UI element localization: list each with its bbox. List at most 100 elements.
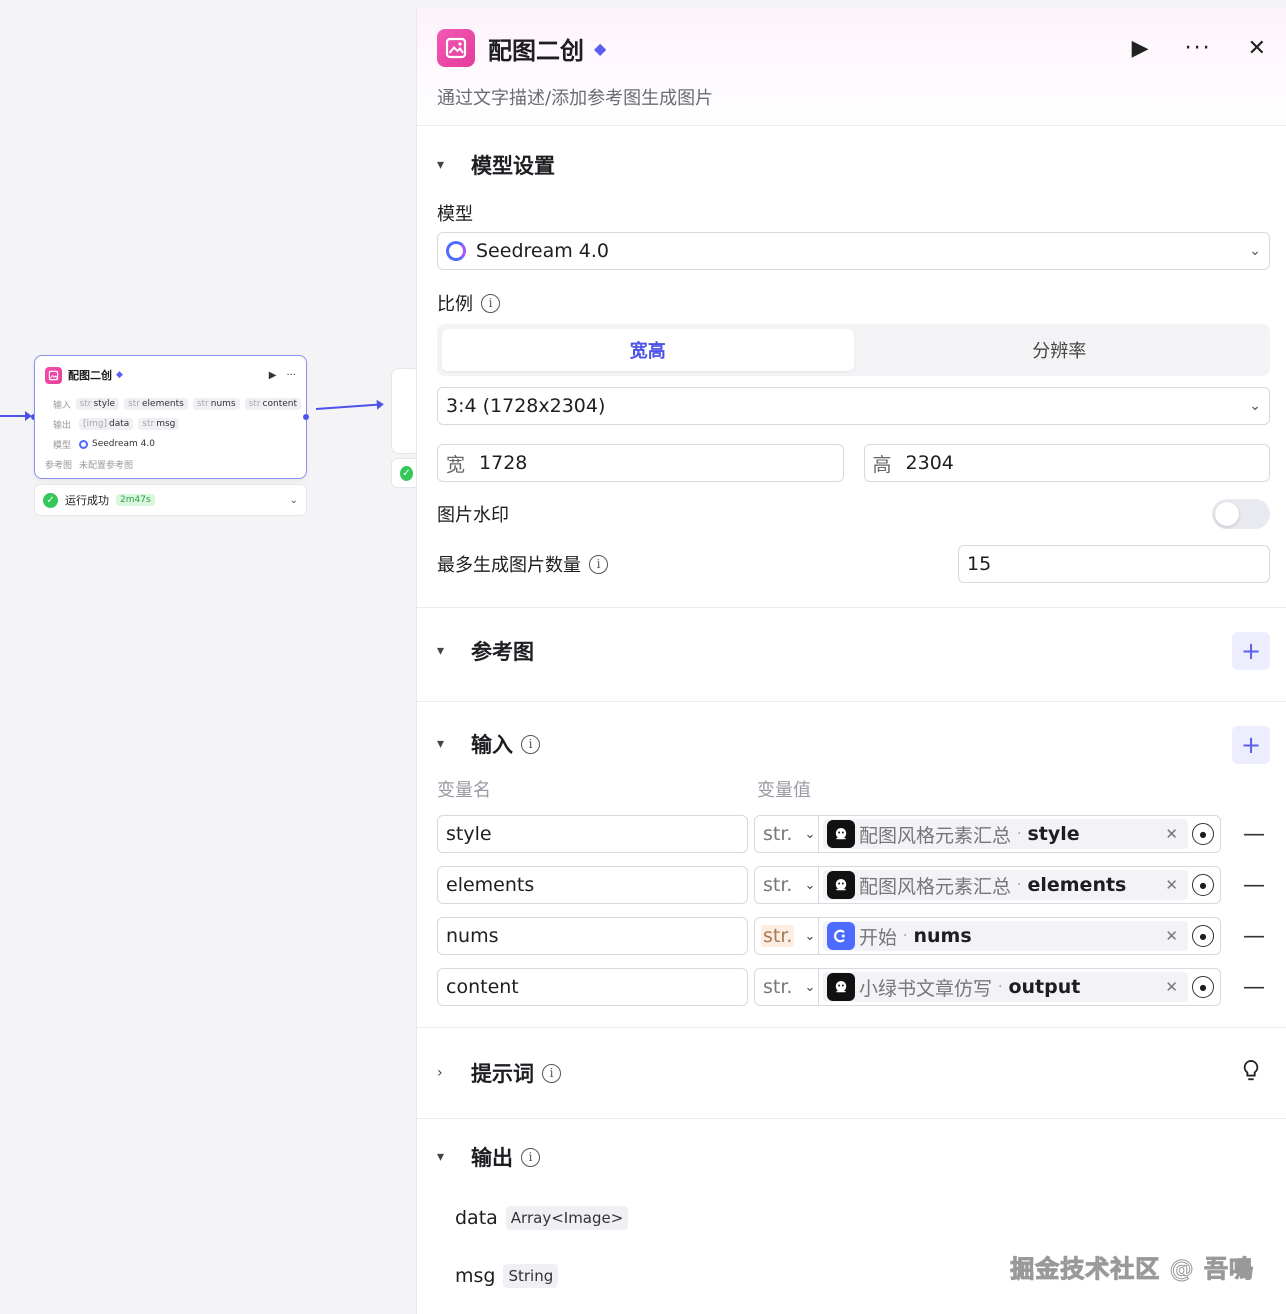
input-row: nums str. ⌄ 开始 · nums ✕ ● — (437, 917, 1270, 955)
info-icon[interactable]: i (521, 734, 540, 754)
ref-variable: elements (1027, 874, 1127, 896)
incoming-edge (0, 411, 32, 421)
chevron-down-icon[interactable]: ▾ (437, 1149, 457, 1165)
remove-row-icon[interactable]: — (1243, 873, 1265, 898)
outputs-header[interactable]: ▾ 输出 i (437, 1119, 1270, 1195)
inputs-column-headers: 变量名 变量值 (437, 776, 1270, 802)
workflow-canvas[interactable]: 配图二创 ◆ ▶ ··· 输入 str style str elements str… (0, 0, 421, 1314)
variable-name-input[interactable]: elements (437, 866, 748, 904)
variable-name-input[interactable]: content (437, 968, 748, 1006)
model-settings-header[interactable]: ▾ 模型设置 (437, 126, 1270, 204)
node-output-chip: [img] data (79, 418, 134, 430)
node-run-icon[interactable]: ▶ (269, 370, 277, 381)
variable-value-field: str. ⌄ 开始 · nums ✕ ● (754, 917, 1221, 955)
tab-resolution[interactable]: 分辨率 (854, 329, 1266, 371)
panel-header: 配图二创 ◆ ▶ ··· ✕ 通过文字描述/添加参考图生成图片 (417, 8, 1286, 126)
model-select[interactable]: Seedream 4.0 ⌄ (437, 232, 1270, 270)
reference-header[interactable]: ▾ 参考图 (437, 608, 1270, 694)
success-check-icon: ✓ (43, 492, 58, 508)
node-output-port[interactable] (303, 414, 309, 420)
prompt-section: › 提示词 i (417, 1028, 1286, 1119)
width-input[interactable]: 宽 1728 (437, 444, 844, 482)
node-input-label: 输入 (53, 400, 72, 411)
node-title: 配图二创 (68, 369, 112, 382)
variable-name-input[interactable]: style (437, 815, 748, 853)
clear-icon[interactable]: ✕ (1165, 927, 1178, 945)
add-input-button[interactable]: + (1232, 726, 1270, 764)
ref-node-name: 配图风格元素汇总 (859, 824, 1012, 847)
remove-row-icon[interactable]: — (1243, 975, 1265, 1000)
seedream-logo-icon (79, 439, 88, 449)
node-outputs-row: 输出 [img] data str msg (35, 414, 306, 434)
info-icon[interactable]: i (521, 1147, 540, 1167)
prompt-header[interactable]: › 提示词 i (437, 1028, 1270, 1118)
ref-node-name: 配图风格元素汇总 (859, 875, 1012, 898)
info-icon[interactable]: i (481, 293, 500, 313)
input-row: content str. ⌄ 小绿书文章仿写 · output ✕ ● — (437, 968, 1270, 1006)
clear-icon[interactable]: ✕ (1165, 825, 1178, 843)
type-select[interactable]: str. ⌄ (755, 867, 819, 903)
watermark-label: 图片水印 (437, 505, 509, 526)
height-input[interactable]: 高 2304 (863, 444, 1270, 482)
watermark-toggle[interactable] (1212, 499, 1270, 529)
variable-reference[interactable]: 配图风格元素汇总 · style ✕ (823, 819, 1188, 849)
ratio-select[interactable]: 3:4 (1728x2304) ⌄ (437, 387, 1270, 425)
node-model-row: 模型 Seedream 4.0 (35, 434, 306, 454)
chevron-down-icon[interactable]: ▾ (437, 157, 457, 173)
output-type-badge: String (503, 1264, 559, 1288)
input-row: elements str. ⌄ 配图风格元素汇总 · elements ✕ ● — (437, 866, 1270, 904)
model-settings-section: ▾ 模型设置 模型 Seedream 4.0 ⌄ 比例 i 宽高 分辨率 3:4… (417, 126, 1286, 608)
max-count-input[interactable]: 15 (958, 545, 1270, 583)
variable-reference[interactable]: 配图风格元素汇总 · elements ✕ (823, 870, 1188, 900)
node-ref-label: 参考图 (45, 460, 73, 471)
inputs-header[interactable]: ▾ 输入 i (437, 702, 1270, 786)
variable-name-input[interactable]: nums (437, 917, 748, 955)
clear-icon[interactable]: ✕ (1165, 978, 1178, 996)
output-row: data Array<Image> (437, 1201, 1270, 1235)
bot-icon (827, 871, 855, 899)
chevron-down-icon[interactable]: ▾ (437, 643, 457, 659)
ratio-tabs: 宽高 分辨率 (437, 324, 1270, 376)
chevron-down-icon[interactable]: ▾ (437, 736, 457, 752)
variable-value-field: str. ⌄ 配图风格元素汇总 · style ✕ ● (754, 815, 1221, 853)
chevron-right-icon[interactable]: › (437, 1065, 457, 1081)
add-reference-button[interactable]: + (1232, 632, 1270, 670)
lightbulb-icon[interactable] (1240, 1059, 1262, 1088)
type-select[interactable]: str. ⌄ (755, 816, 819, 852)
run-icon[interactable]: ▶ (1132, 36, 1149, 61)
variable-settings-icon[interactable]: ● (1192, 874, 1214, 896)
clear-icon[interactable]: ✕ (1165, 876, 1178, 894)
info-icon[interactable]: i (589, 554, 608, 574)
node-ref-row: 参考图 未配置参考图 (35, 454, 306, 474)
variable-settings-icon[interactable]: ● (1192, 976, 1214, 998)
ref-variable: output (1008, 976, 1081, 998)
remove-row-icon[interactable]: — (1243, 924, 1265, 949)
image-gen-icon (437, 29, 475, 67)
info-icon[interactable]: i (542, 1063, 561, 1083)
tab-width-height[interactable]: 宽高 (442, 329, 854, 371)
close-icon[interactable]: ✕ (1248, 36, 1266, 61)
remove-row-icon[interactable]: — (1243, 822, 1265, 847)
variable-reference[interactable]: 开始 · nums ✕ (823, 921, 1188, 951)
reference-image-section: ▾ 参考图 + (417, 608, 1286, 702)
type-select[interactable]: str. ⌄ (755, 918, 819, 954)
node-run-status[interactable]: ✓ 运行成功 2m47s ⌄ (34, 484, 307, 516)
more-options-icon[interactable]: ··· (1185, 36, 1212, 61)
node-input-chip: str nums (192, 398, 240, 410)
chevron-down-icon[interactable]: ⌄ (290, 495, 298, 506)
variable-settings-icon[interactable]: ● (1192, 925, 1214, 947)
node-ref-value: 未配置参考图 (79, 460, 134, 471)
variable-settings-icon[interactable]: ● (1192, 823, 1214, 845)
width-value: 1728 (479, 452, 528, 474)
max-count-label-row: 最多生成图片数量 i (437, 551, 608, 577)
variable-reference[interactable]: 小绿书文章仿写 · output ✕ (823, 972, 1188, 1002)
chevron-down-icon: ⌄ (1249, 398, 1261, 414)
node-more-icon[interactable]: ··· (286, 370, 296, 381)
ratio-select-value: 3:4 (1728x2304) (446, 395, 606, 417)
seedream-logo-icon (446, 241, 466, 261)
type-select[interactable]: str. ⌄ (755, 969, 819, 1005)
max-count-value: 15 (967, 553, 992, 575)
watermark-text: 掘金技术社区 @ 吾鳴 (1010, 1255, 1254, 1284)
workflow-node-image-gen[interactable]: 配图二创 ◆ ▶ ··· 输入 str style str elements str… (34, 355, 307, 479)
section-title: 提示词 (471, 1062, 534, 1086)
